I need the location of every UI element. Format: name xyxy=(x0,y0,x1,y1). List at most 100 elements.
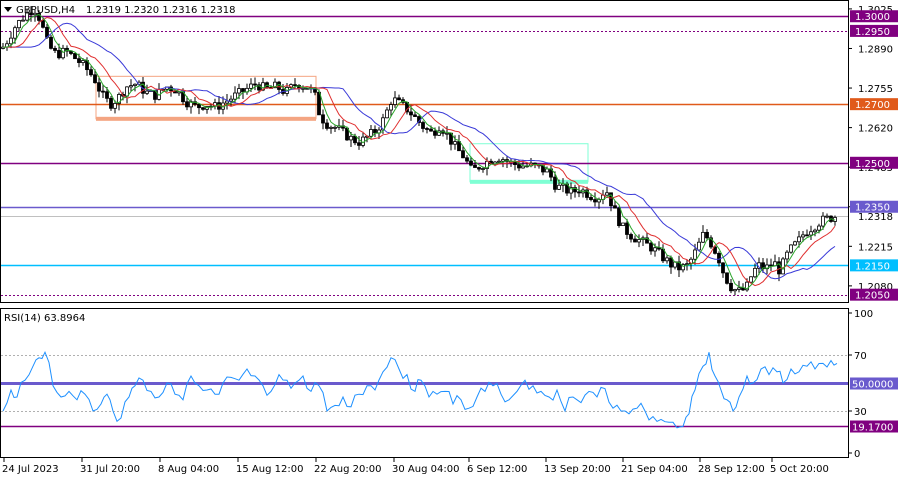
time-tick-label: 5 Oct 20:00 xyxy=(770,464,829,475)
candle-body xyxy=(145,90,149,94)
candle-body xyxy=(105,91,109,99)
candle-body xyxy=(813,229,817,233)
candle-body xyxy=(329,126,333,129)
time-tick-label: 21 Sep 04:00 xyxy=(621,464,688,475)
candle-body xyxy=(125,86,129,97)
candle-body xyxy=(357,142,361,146)
candle-body xyxy=(461,150,465,159)
time-tick-label: 24 Jul 2023 xyxy=(2,464,59,475)
rsi-tick-label: 0 xyxy=(854,449,860,460)
candle-body xyxy=(201,107,205,110)
candle-body xyxy=(481,168,485,170)
candle-body xyxy=(701,231,705,243)
time-tick-label: 31 Jul 20:00 xyxy=(80,464,140,475)
candle-body xyxy=(721,262,725,274)
candle-body xyxy=(557,184,561,190)
candle-body xyxy=(73,53,77,60)
candle-body xyxy=(781,258,785,275)
candle-body xyxy=(301,87,305,90)
price-tick-label: 1.2215 xyxy=(858,242,893,253)
candle-body xyxy=(81,60,85,63)
chart-canvas[interactable]: 1.30251.28901.27551.26201.24851.23501.22… xyxy=(0,0,900,480)
candle-body xyxy=(97,82,101,92)
candle-body xyxy=(669,257,673,268)
rsi-line xyxy=(2,350,838,429)
candle-body xyxy=(589,197,593,200)
candle-body xyxy=(13,27,17,39)
candle-body xyxy=(21,19,25,22)
candle-body xyxy=(321,114,325,124)
time-tick-label: 8 Aug 04:00 xyxy=(158,464,219,475)
current-price-label: 1.2318 xyxy=(858,212,893,223)
candle-body xyxy=(705,231,709,239)
symbol-name: GBPUSD,H4 xyxy=(16,5,75,16)
time-tick-label: 22 Aug 20:00 xyxy=(314,464,381,475)
candle-body xyxy=(185,101,189,108)
candle-body xyxy=(805,234,809,237)
candle-body xyxy=(109,97,113,109)
candle-body xyxy=(785,251,789,260)
price-chart[interactable]: 1.30251.28901.27551.26201.24851.23501.22… xyxy=(0,0,900,480)
candle-body xyxy=(369,129,373,137)
candle-body xyxy=(17,20,21,29)
candle-body xyxy=(293,84,297,87)
rsi-tick-label: 70 xyxy=(854,351,867,362)
candle-body xyxy=(409,111,413,116)
moving-averages-layer xyxy=(3,13,836,290)
candle-body xyxy=(469,160,473,166)
candle-body xyxy=(625,222,629,235)
candle-body xyxy=(553,176,557,190)
candle-body xyxy=(429,128,433,132)
candle-body xyxy=(229,98,233,102)
candle-body xyxy=(717,252,721,264)
ohlc-quote: 1.2319 1.2320 1.2316 1.2318 xyxy=(86,5,236,16)
candle-body xyxy=(821,215,825,227)
candle-body xyxy=(621,222,625,227)
candle-body xyxy=(9,37,13,45)
candle-body xyxy=(749,276,753,283)
candle-body xyxy=(421,122,425,129)
candle-body xyxy=(113,103,117,109)
candle-body xyxy=(237,88,241,94)
rsi-level-tag-label: 19.1700 xyxy=(852,423,893,434)
rsi-line-layer xyxy=(2,350,838,429)
rsi-level-tag-label: 50.0000 xyxy=(852,380,893,391)
candle-body xyxy=(385,109,389,119)
candle-body xyxy=(457,141,461,152)
candle-body xyxy=(465,157,469,162)
rsi-indicator-label: RSI(14) 63.8964 xyxy=(4,313,85,324)
level-tag-label: 1.3000 xyxy=(855,12,890,23)
candle-body xyxy=(393,97,397,105)
candle-body xyxy=(425,128,429,130)
candle-body xyxy=(433,130,437,136)
rsi-tick-label: 100 xyxy=(854,309,873,320)
candle-body xyxy=(249,83,253,89)
candle-body xyxy=(477,167,481,170)
candle-body xyxy=(729,282,733,292)
candle-body xyxy=(517,164,521,169)
candle-body xyxy=(693,249,697,260)
candle-body xyxy=(613,205,617,209)
level-tag-label: 1.2700 xyxy=(855,100,890,111)
candle-body xyxy=(353,135,357,144)
candle-body xyxy=(197,103,201,109)
time-tick-label: 6 Sep 12:00 xyxy=(467,464,527,475)
candle-body xyxy=(445,132,449,135)
candle-body xyxy=(397,97,401,101)
level-tag-label: 1.2950 xyxy=(855,27,890,38)
level-tag-label: 1.2500 xyxy=(855,159,890,170)
candle-body xyxy=(605,192,609,196)
candle-body xyxy=(133,83,137,86)
candle-body xyxy=(809,231,813,236)
candle-body xyxy=(225,100,229,104)
price-tick-label: 1.2755 xyxy=(858,84,893,95)
candle-body xyxy=(333,126,337,129)
candle-body xyxy=(77,58,81,63)
symbol-menu-triangle-icon[interactable] xyxy=(4,7,12,12)
candle-body xyxy=(233,92,237,100)
candle-body xyxy=(373,129,377,134)
candle-body xyxy=(637,239,641,243)
time-tick-label: 28 Sep 12:00 xyxy=(698,464,765,475)
level-tag-label: 1.2150 xyxy=(855,261,890,272)
candle-body xyxy=(665,257,669,262)
